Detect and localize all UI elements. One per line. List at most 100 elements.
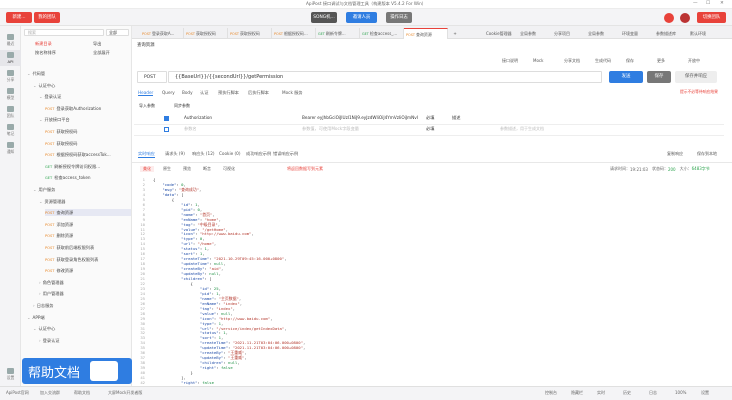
add-tab-icon[interactable]: +: [450, 28, 460, 39]
switch-team-button[interactable]: 切换团队: [697, 12, 726, 23]
response-tool-3[interactable]: 断言: [200, 166, 214, 172]
tree-folder-item[interactable]: ⌄ 用户服务: [33, 186, 131, 193]
write-to-element-link[interactable]: 将返回数据写到元素: [287, 166, 323, 172]
tree-api-item[interactable]: POST 根据授权码获取accessTok...: [45, 151, 131, 158]
response-tab-3[interactable]: Cookie (0): [219, 151, 240, 156]
header-desc-type[interactable]: 描述: [452, 115, 460, 121]
response-tab-0[interactable]: 实时响应: [138, 151, 155, 158]
settings-icon[interactable]: [680, 13, 690, 23]
header-key[interactable]: 参数名: [184, 126, 197, 132]
response-tool-0[interactable]: 美化: [140, 166, 154, 172]
tree-api-item[interactable]: POST 登录获取Authorization: [45, 105, 131, 112]
tab-action-2[interactable]: 分享项目: [552, 28, 585, 39]
tab-action-0[interactable]: Cookie管理器: [484, 28, 517, 39]
header-checkbox[interactable]: [164, 127, 169, 132]
send-button[interactable]: 发送: [609, 71, 643, 83]
subtab-4[interactable]: 预执行脚本: [218, 90, 239, 96]
status-right-1[interactable]: 隐藏栏: [571, 390, 583, 396]
subtab-5[interactable]: 后执行脚本: [248, 90, 269, 96]
tree-folder-item[interactable]: ⌄ 登录认证: [39, 93, 131, 100]
response-tool-2[interactable]: 预览: [180, 166, 194, 172]
invite-button[interactable]: 邀请人员: [346, 12, 377, 23]
tab-action-3[interactable]: 全局参数: [586, 28, 619, 39]
nav-item-0[interactable]: 最近: [0, 32, 21, 48]
status-right-0[interactable]: 控制台: [545, 390, 557, 396]
nav-item-6[interactable]: 通知: [0, 140, 21, 156]
tab-1[interactable]: POST获取授权码: [184, 28, 228, 39]
tree-api-item[interactable]: GET 刷新授权令牌访问权限...: [45, 163, 131, 170]
tree-api-item[interactable]: POST 修改资源: [45, 267, 131, 274]
request-action-0[interactable]: 接口说明: [502, 58, 518, 64]
nav-item-3[interactable]: 模型: [0, 86, 21, 102]
request-action-2[interactable]: 分享文档: [564, 58, 580, 64]
status-left-0[interactable]: ApiPost官网: [6, 390, 29, 396]
status-left-3[interactable]: 大屏Mock开发者版: [108, 390, 142, 396]
new-dir-button[interactable]: 新建目录: [35, 40, 52, 47]
status-left-2[interactable]: 帮助文档: [74, 390, 90, 396]
header-desc[interactable]: 参数描述，用于生成文档: [500, 126, 544, 132]
status-right-4[interactable]: 日志: [649, 390, 657, 396]
tree-folder-item[interactable]: › 用户管理器: [39, 290, 131, 297]
tab-action-5[interactable]: 参数描述库: [654, 28, 687, 39]
response-body[interactable]: 1{2 "code": 0, 3 "msg": "查询成功", 4 "data": …: [137, 178, 727, 390]
response-tab-2[interactable]: 响应头 (12): [192, 151, 215, 157]
header-type[interactable]: 必填: [426, 126, 434, 132]
tree-api-item[interactable]: GET 检查access_token: [45, 174, 131, 181]
sort-button[interactable]: 按名称排序: [35, 49, 56, 56]
tab-5[interactable]: GET检查access_...: [360, 28, 404, 39]
tree-search-input[interactable]: 搜索: [24, 29, 104, 36]
tree-api-item[interactable]: POST 添加资源: [45, 221, 131, 228]
tree-folder-item[interactable]: ⌄ 认证中心: [33, 82, 131, 89]
minimize-icon[interactable]: —: [693, 1, 698, 6]
tree-api-item[interactable]: POST 查询资源: [45, 209, 131, 217]
sync-params-button[interactable]: 同步参数: [174, 103, 190, 109]
log-button[interactable]: 操作日志: [386, 12, 412, 23]
tab-action-1[interactable]: 全局参数: [518, 28, 551, 39]
team-button[interactable]: 我的团队: [34, 12, 60, 23]
request-action-5[interactable]: 更多: [657, 58, 665, 64]
url-input[interactable]: {{BaseUrl}}/{{secondUrl}}/getPermission: [168, 71, 602, 83]
tree-api-item[interactable]: POST 获取授权码: [45, 140, 131, 147]
tree-api-item[interactable]: POST 获取登录角色权限列表: [45, 256, 131, 263]
header-checkbox[interactable]: [164, 116, 169, 121]
subtab-2[interactable]: Body: [182, 90, 193, 95]
maximize-icon[interactable]: ☐: [706, 1, 710, 6]
request-action-4[interactable]: 保存: [626, 58, 634, 64]
status-right-2[interactable]: 实时: [597, 390, 605, 396]
header-type[interactable]: 必填: [426, 115, 434, 121]
response-right-tool-1[interactable]: 保存到本地: [697, 151, 717, 157]
request-action-6[interactable]: 开放中: [688, 58, 700, 64]
save-button[interactable]: 保存: [647, 71, 671, 83]
nav-item-7[interactable]: 设置: [0, 366, 21, 382]
export-button[interactable]: 导出: [93, 40, 101, 47]
tree-folder-item[interactable]: ⌄ APP端: [27, 314, 131, 321]
subtab-0[interactable]: Header: [138, 90, 154, 96]
nav-item-2[interactable]: 分享: [0, 68, 21, 84]
header-key[interactable]: Authorization: [184, 115, 212, 120]
tree-folder-item[interactable]: ⌄ 代码管: [27, 70, 131, 77]
tab-3[interactable]: POST根据授权码...: [272, 28, 316, 39]
tab-action-6[interactable]: 默认环境: [688, 28, 721, 39]
tree-api-item[interactable]: POST 获取授权码: [45, 128, 131, 135]
response-tab-4[interactable]: 成功响应示例: [246, 151, 271, 157]
tree-folder-item[interactable]: ⌄ 开放接口平台: [39, 116, 131, 123]
avatar[interactable]: [664, 13, 674, 23]
response-tool-4[interactable]: 可视化: [220, 166, 238, 172]
tab-4[interactable]: GET刷新令牌...: [316, 28, 360, 39]
request-action-1[interactable]: Mock: [533, 58, 543, 63]
subtab-1[interactable]: Query: [162, 90, 175, 95]
subtab-3[interactable]: 认证: [200, 90, 208, 96]
tree-filter-select[interactable]: 全部: [106, 29, 129, 36]
method-select[interactable]: POST: [137, 71, 167, 83]
status-right-5[interactable]: 100%: [675, 390, 686, 395]
tree-api-item[interactable]: POST 获取前后端权限列表: [45, 244, 131, 251]
response-right-tool-0[interactable]: 复制响应: [667, 151, 683, 157]
tree-folder-item[interactable]: › 角色管理器: [39, 279, 131, 286]
project-select[interactable]: SONG机...: [311, 12, 337, 23]
tree-folder-item[interactable]: › 日志服务: [33, 302, 131, 309]
request-action-3[interactable]: 生成代码: [595, 58, 611, 64]
save-response-button[interactable]: 保存并响应: [675, 71, 717, 83]
tree-folder-item[interactable]: › 登录认证: [39, 337, 131, 344]
nav-item-1[interactable]: API: [0, 50, 21, 66]
header-value[interactable]: 参数值，可使用Mock字段变量: [302, 126, 418, 132]
